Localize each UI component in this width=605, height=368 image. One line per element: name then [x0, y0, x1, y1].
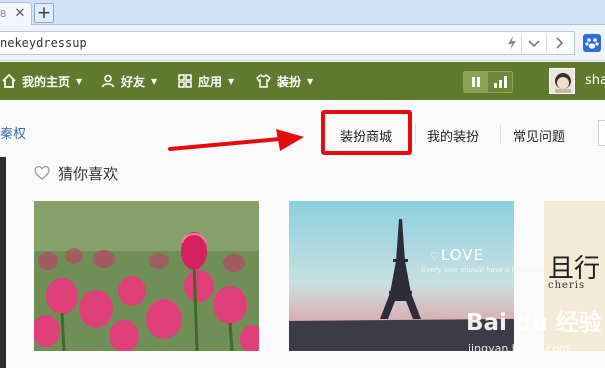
nav-item-apps[interactable]: 应用 ▼ [178, 62, 234, 100]
card-overlay-caption: Every love should have a love story [421, 266, 547, 274]
watermark: Bai du 经验 jingyan.baidu.com [466, 303, 605, 363]
caret-down-icon: ▼ [228, 76, 235, 86]
heart-icon [34, 165, 50, 180]
url-text: nekeydressup [0, 36, 87, 50]
grid-icon [178, 74, 192, 88]
caret-down-icon: ▼ [76, 76, 83, 86]
address-bar: nekeydressup [0, 25, 605, 61]
theme-card-tulips[interactable] [34, 201, 259, 351]
chevron-down-icon[interactable] [527, 36, 541, 50]
watermark-text: Bai du 经验 [466, 310, 602, 336]
tab-divider [415, 124, 416, 144]
browser-tab[interactable]: 8 ✕ [0, 2, 32, 25]
view-toggle[interactable] [463, 71, 513, 93]
url-input[interactable]: nekeydressup [0, 31, 575, 55]
caret-down-icon: ▼ [307, 76, 314, 86]
nav-item-label: 我的主页 [22, 74, 71, 89]
divider [521, 35, 522, 52]
pause-icon [472, 77, 480, 87]
annotation-arrow-icon [168, 129, 304, 151]
user-icon [101, 74, 115, 88]
nav-item-label: 应用 [198, 74, 223, 89]
shirt-icon [256, 74, 271, 88]
nav-item-friends[interactable]: 好友 ▼ [101, 62, 157, 100]
caret-down-icon: ▼ [151, 76, 158, 86]
chevron-right-icon[interactable] [553, 36, 565, 50]
search-box-fragment[interactable] [598, 120, 605, 146]
nav-item-label: 装扮 [277, 74, 302, 89]
tulips-photo [34, 201, 259, 351]
nav-item-label: 好友 [121, 74, 146, 89]
bar-chart-icon [494, 76, 507, 88]
home-icon [2, 74, 16, 88]
bolt-icon[interactable] [505, 35, 519, 51]
nav-item-dressup[interactable]: 装扮 ▼ [256, 62, 313, 100]
divider [546, 35, 547, 52]
site-navbar: 我的主页 ▼ 好友 ▼ 应用 ▼ 装扮 ▼ [0, 62, 605, 100]
bars-view-button[interactable] [489, 72, 513, 92]
tab-title-fragment: 8 [0, 9, 7, 20]
tab-faq[interactable]: 常见问题 [513, 126, 565, 145]
sidebar-strip [0, 157, 6, 368]
annotation-highlight-box [321, 110, 412, 155]
tab-divider [500, 124, 501, 144]
browser-tab-strip: 8 ✕ + [0, 0, 605, 25]
watermark-url: jingyan.baidu.com [468, 342, 570, 355]
section-title: 猜你喜欢 [58, 165, 119, 183]
nav-item-home[interactable]: 我的主页 ▼ [2, 62, 82, 100]
tab-my-dressup[interactable]: 我的装扮 [427, 126, 479, 145]
card-overlay-sub: cheris [548, 280, 586, 291]
pause-view-button[interactable] [464, 72, 488, 92]
tab-close-icon[interactable]: ✕ [12, 6, 28, 22]
avatar[interactable] [549, 68, 575, 94]
new-tab-button[interactable]: + [34, 3, 54, 23]
sidebar-link[interactable]: 秦权 [0, 123, 26, 142]
card-overlay-title: ♡LOVE [430, 246, 484, 264]
username[interactable]: sha [585, 73, 605, 88]
paw-icon[interactable] [583, 34, 601, 52]
